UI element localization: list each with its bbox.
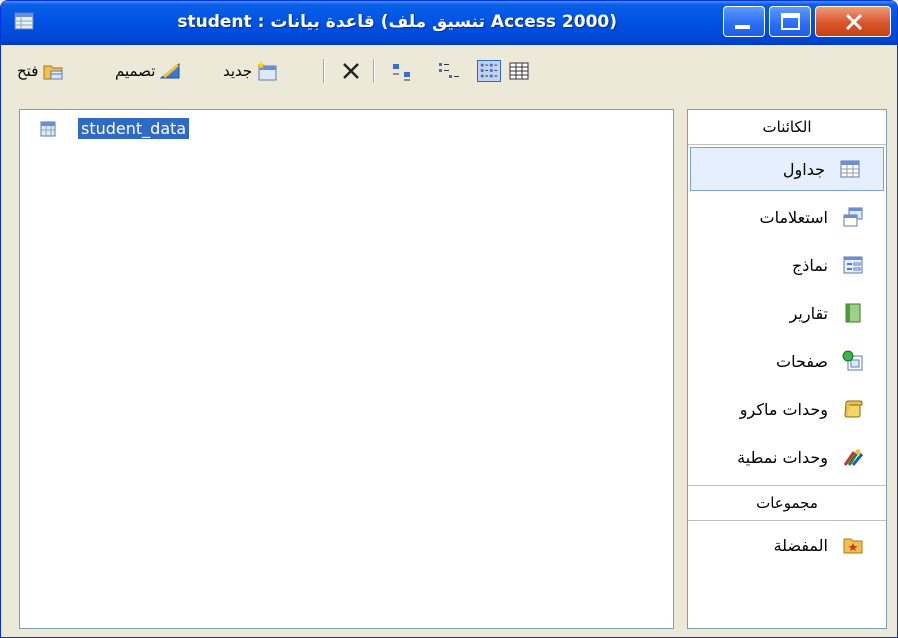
page-icon <box>842 350 863 371</box>
object-pages[interactable]: صفحات <box>688 337 886 385</box>
database-toolbar: فتح تصميم جديد <box>1 45 897 97</box>
objects-bar: الكائنات جداول استعلامات نماذج تقارير صف… <box>687 109 887 629</box>
list-view-icon[interactable] <box>477 60 501 82</box>
close-button[interactable] <box>815 6 891 37</box>
window-title: student : قاعدة بيانات (تنسيق ملف Access… <box>177 12 617 32</box>
design-button[interactable]: تصميم <box>115 60 181 82</box>
maximize-icon <box>781 13 800 30</box>
object-label: صفحات <box>776 351 828 371</box>
new-table-icon <box>257 61 277 81</box>
object-label: نماذج <box>791 255 828 275</box>
design-ruler-icon <box>159 62 180 79</box>
design-label: تصميم <box>115 62 156 80</box>
title-bar[interactable]: student : قاعدة بيانات (تنسيق ملف Access… <box>1 1 897 45</box>
open-button[interactable]: فتح <box>17 60 64 82</box>
large-icons-view-icon[interactable] <box>391 60 415 82</box>
form-icon <box>843 256 863 274</box>
table-icon <box>840 160 860 178</box>
minimize-button[interactable] <box>723 6 765 37</box>
close-icon <box>845 13 863 31</box>
objects-group-header[interactable]: الكائنات <box>688 110 886 145</box>
group-favorites[interactable]: المفضلة <box>688 521 886 569</box>
object-modules[interactable]: وحدات نمطية <box>688 433 886 481</box>
open-table-icon <box>43 65 63 80</box>
table-icon <box>40 121 56 136</box>
new-button[interactable]: جديد <box>223 60 278 82</box>
module-icon <box>843 449 864 466</box>
object-label: جداول <box>782 159 825 179</box>
small-icons-view-icon[interactable] <box>437 60 461 82</box>
open-label: فتح <box>17 62 39 80</box>
groups-group-header[interactable]: مجموعات <box>688 485 886 521</box>
details-view-icon[interactable] <box>507 60 531 82</box>
object-label: استعلامات <box>759 207 828 227</box>
list-item-name: student_data <box>78 118 190 139</box>
database-app-icon[interactable] <box>13 10 35 32</box>
macro-icon <box>844 400 863 418</box>
group-label: المفضلة <box>773 535 828 555</box>
list-item[interactable]: student_data <box>40 118 190 139</box>
toolbar-separator <box>323 59 325 83</box>
objects-list[interactable]: student_data <box>19 109 674 629</box>
favorites-folder-icon <box>843 538 863 554</box>
toolbar-separator <box>373 59 375 83</box>
object-reports[interactable]: تقارير <box>688 289 886 337</box>
object-label: وحدات ماكرو <box>739 399 828 419</box>
delete-icon[interactable] <box>339 60 363 82</box>
report-icon <box>845 303 861 323</box>
maximize-button[interactable] <box>769 6 811 37</box>
object-queries[interactable]: استعلامات <box>688 193 886 241</box>
database-window: student : قاعدة بيانات (تنسيق ملف Access… <box>0 0 898 638</box>
object-label: تقارير <box>789 303 828 323</box>
object-label: وحدات نمطية <box>737 447 828 467</box>
object-macros[interactable]: وحدات ماكرو <box>688 385 886 433</box>
query-icon <box>843 207 863 227</box>
object-forms[interactable]: نماذج <box>688 241 886 289</box>
object-tables[interactable]: جداول <box>690 147 884 191</box>
new-label: جديد <box>223 62 253 80</box>
minimize-icon <box>735 25 750 29</box>
